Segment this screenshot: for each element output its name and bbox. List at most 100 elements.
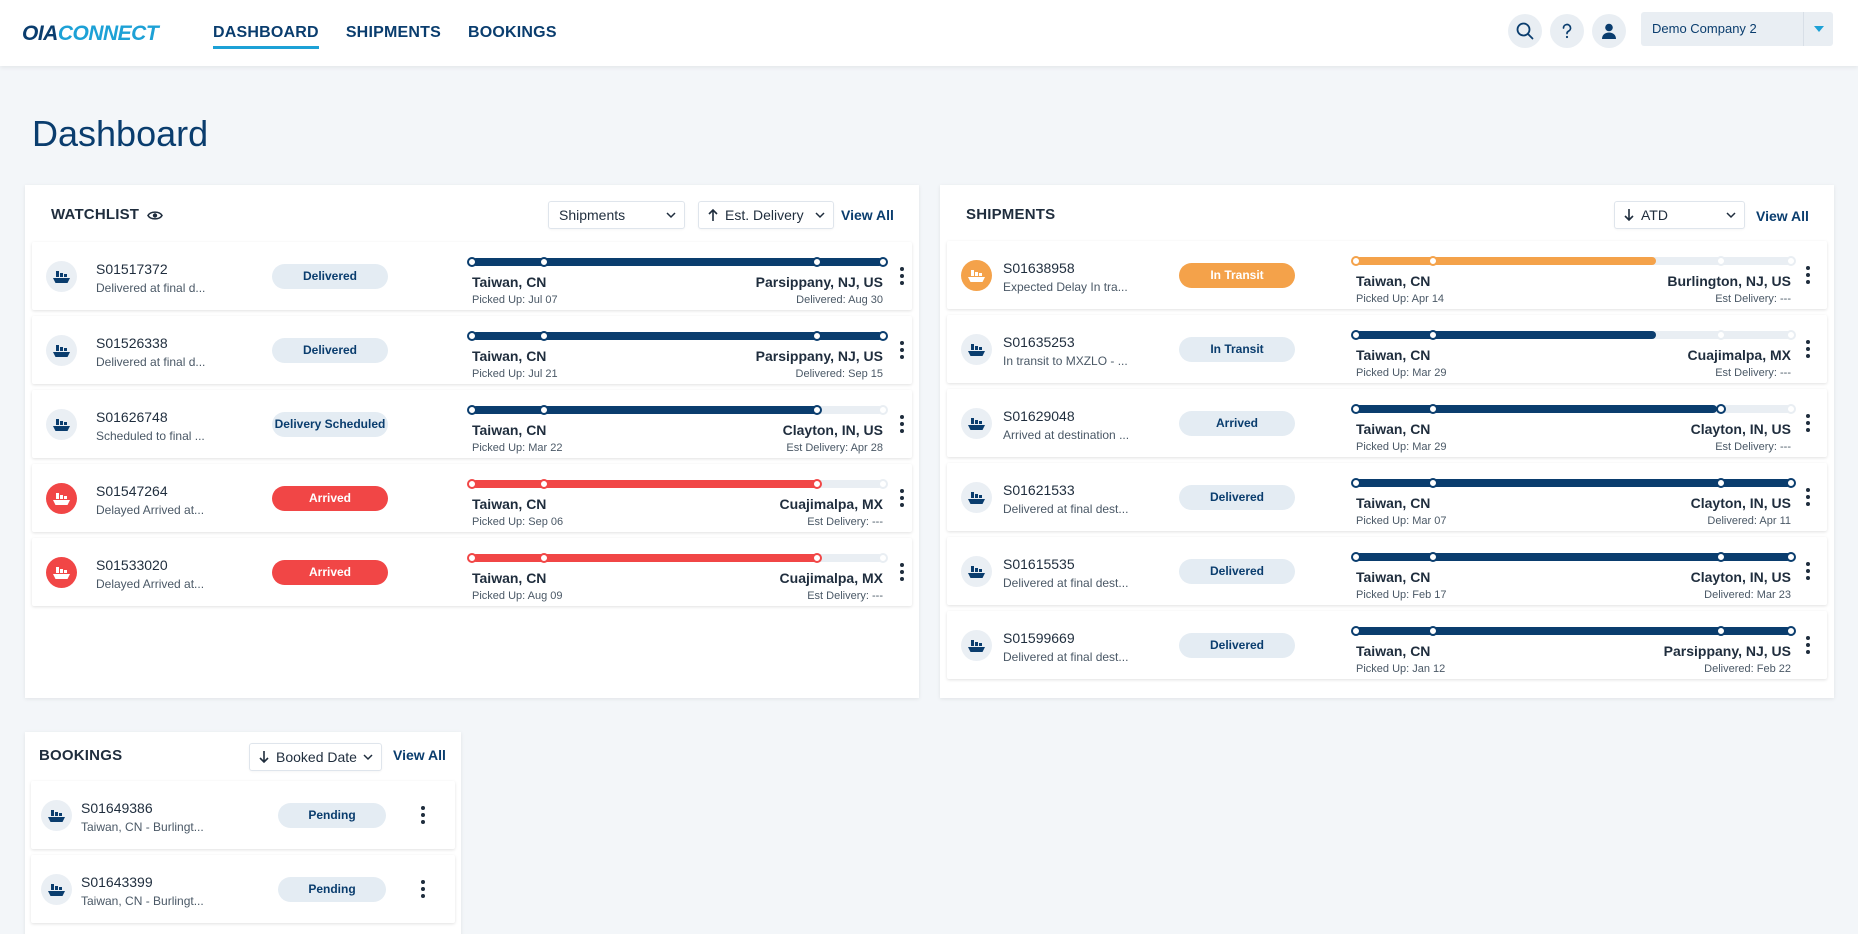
- search-button[interactable]: [1508, 14, 1542, 48]
- more-options-button[interactable]: [1804, 560, 1812, 582]
- status-badge: In Transit: [1179, 263, 1295, 288]
- shipment-status-description: Scheduled to final ...: [96, 429, 205, 443]
- more-options-button[interactable]: [898, 413, 906, 435]
- nav-bookings[interactable]: BOOKINGS: [468, 0, 557, 66]
- milestone-dot: [467, 257, 477, 267]
- shipment-id[interactable]: S01626748: [96, 409, 168, 425]
- ship-icon: [961, 556, 992, 587]
- more-options-button[interactable]: [898, 561, 906, 583]
- nav-shipments[interactable]: SHIPMENTS: [346, 0, 441, 66]
- chevron-down-icon: [1726, 212, 1736, 219]
- milestone-dot: [1428, 330, 1438, 340]
- company-select-value: Demo Company 2: [1652, 21, 1757, 36]
- shipment-id[interactable]: S01533020: [96, 557, 168, 573]
- watchlist-view-all-link[interactable]: View All: [841, 207, 894, 223]
- shipment-row[interactable]: S01517372 Delivered at final d... Delivere…: [32, 242, 912, 310]
- watchlist-type-select[interactable]: Shipments: [548, 201, 685, 229]
- shipment-row[interactable]: S01638958 Expected Delay In tra... In Tran…: [947, 241, 1827, 309]
- more-options-button[interactable]: [1804, 264, 1812, 286]
- eye-icon: [146, 210, 163, 220]
- brand-logo[interactable]: OIACONNECT: [22, 22, 159, 46]
- destination-location: Clayton, IN, US: [1690, 495, 1791, 511]
- milestone-dot: [1786, 330, 1796, 340]
- booking-row[interactable]: S01649386 Taiwan, CN - Burlingt... Pending: [31, 781, 455, 849]
- destination-location: Cuajimalpa, MX: [779, 496, 883, 512]
- shipments-sort-select[interactable]: ATD: [1614, 201, 1745, 229]
- more-options-button[interactable]: [1804, 486, 1812, 508]
- more-options-button[interactable]: [1804, 634, 1812, 656]
- booking-id[interactable]: S01643399: [81, 874, 153, 890]
- destination-location: Cuajimalpa, MX: [1687, 347, 1791, 363]
- shipments-title: SHIPMENTS: [966, 206, 1056, 223]
- watchlist-sort-select[interactable]: Est. Delivery: [698, 201, 834, 229]
- shipment-row[interactable]: S01635253 In transit to MXZLO - ... In Tra…: [947, 315, 1827, 383]
- milestone-dot: [467, 479, 477, 489]
- progress-track: [467, 404, 888, 415]
- shipment-id[interactable]: S01621533: [1003, 482, 1075, 498]
- bookings-view-all-link[interactable]: View All: [393, 747, 446, 763]
- chevron-down-icon: [1803, 12, 1833, 46]
- top-bar: OIACONNECT DASHBOARD SHIPMENTS BOOKINGS …: [0, 0, 1858, 66]
- milestone-dot: [1351, 330, 1361, 340]
- destination-location: Burlington, NJ, US: [1667, 273, 1791, 289]
- bookings-sort-select[interactable]: Booked Date: [249, 743, 382, 771]
- shipment-row[interactable]: S01599669 Delivered at final dest... Deliv…: [947, 611, 1827, 679]
- delivery-date: Delivered: Feb 22: [1704, 663, 1791, 675]
- shipments-card: SHIPMENTS ATD View All S01638958 Expected…: [940, 185, 1834, 698]
- status-badge: Delivered: [1179, 559, 1295, 584]
- arrow-down-icon: [1624, 209, 1634, 222]
- help-button[interactable]: [1550, 14, 1584, 48]
- destination-location: Clayton, IN, US: [1690, 421, 1791, 437]
- shipments-view-all-link[interactable]: View All: [1756, 208, 1809, 224]
- shipment-row[interactable]: S01533020 Delayed Arrived at... Arrived Tai…: [32, 538, 912, 606]
- shipment-status-description: Delivered at final dest...: [1003, 576, 1129, 590]
- milestone-dot: [467, 405, 477, 415]
- shipment-row[interactable]: S01621533 Delivered at final dest... Deliv…: [947, 463, 1827, 531]
- progress-fill: [1356, 405, 1717, 413]
- more-options-button[interactable]: [419, 804, 427, 826]
- nav-dashboard[interactable]: DASHBOARD: [213, 0, 319, 66]
- milestone-dot: [812, 479, 822, 489]
- shipment-id[interactable]: S01526338: [96, 335, 168, 351]
- shipment-row[interactable]: S01615535 Delivered at final dest... Deliv…: [947, 537, 1827, 605]
- milestone-dot: [1351, 626, 1361, 636]
- status-badge: Delivered: [272, 264, 388, 289]
- ship-icon: [46, 335, 77, 366]
- shipment-id[interactable]: S01635253: [1003, 334, 1075, 350]
- shipment-row[interactable]: S01547264 Delayed Arrived at... Arrived Tai…: [32, 464, 912, 532]
- destination-location: Clayton, IN, US: [782, 422, 883, 438]
- milestone-dot: [1428, 626, 1438, 636]
- progress-track: [467, 552, 888, 563]
- status-badge: Delivery Scheduled: [272, 412, 388, 437]
- more-options-button[interactable]: [1804, 412, 1812, 434]
- shipment-id[interactable]: S01599669: [1003, 630, 1075, 646]
- more-options-button[interactable]: [898, 487, 906, 509]
- shipment-row[interactable]: S01629048 Arrived at destination ... Arriv…: [947, 389, 1827, 457]
- delivery-date: Est Delivery: ---: [1715, 293, 1791, 305]
- milestone-dot: [539, 257, 549, 267]
- booking-id[interactable]: S01649386: [81, 800, 153, 816]
- ship-icon: [961, 482, 992, 513]
- company-select[interactable]: Demo Company 2: [1641, 12, 1833, 46]
- shipment-id[interactable]: S01638958: [1003, 260, 1075, 276]
- shipment-id[interactable]: S01547264: [96, 483, 168, 499]
- chevron-down-icon: [815, 212, 825, 219]
- booking-row[interactable]: S01643399 Taiwan, CN - Burlingt... Pending: [31, 855, 455, 923]
- milestone-dot: [812, 405, 822, 415]
- shipment-row[interactable]: S01626748 Scheduled to final ... Delivery …: [32, 390, 912, 458]
- user-button[interactable]: [1592, 14, 1626, 48]
- milestone-dot: [1351, 552, 1361, 562]
- shipment-id[interactable]: S01629048: [1003, 408, 1075, 424]
- milestone-dot: [812, 257, 822, 267]
- shipment-row[interactable]: S01526338 Delivered at final d... Delivere…: [32, 316, 912, 384]
- shipment-id[interactable]: S01615535: [1003, 556, 1075, 572]
- more-options-button[interactable]: [898, 339, 906, 361]
- milestone-dot: [1351, 404, 1361, 414]
- more-options-button[interactable]: [1804, 338, 1812, 360]
- progress-fill: [472, 554, 821, 562]
- shipment-id[interactable]: S01517372: [96, 261, 168, 277]
- header-icons: [1508, 14, 1626, 48]
- shipment-status-description: Arrived at destination ...: [1003, 428, 1130, 442]
- more-options-button[interactable]: [898, 265, 906, 287]
- more-options-button[interactable]: [419, 878, 427, 900]
